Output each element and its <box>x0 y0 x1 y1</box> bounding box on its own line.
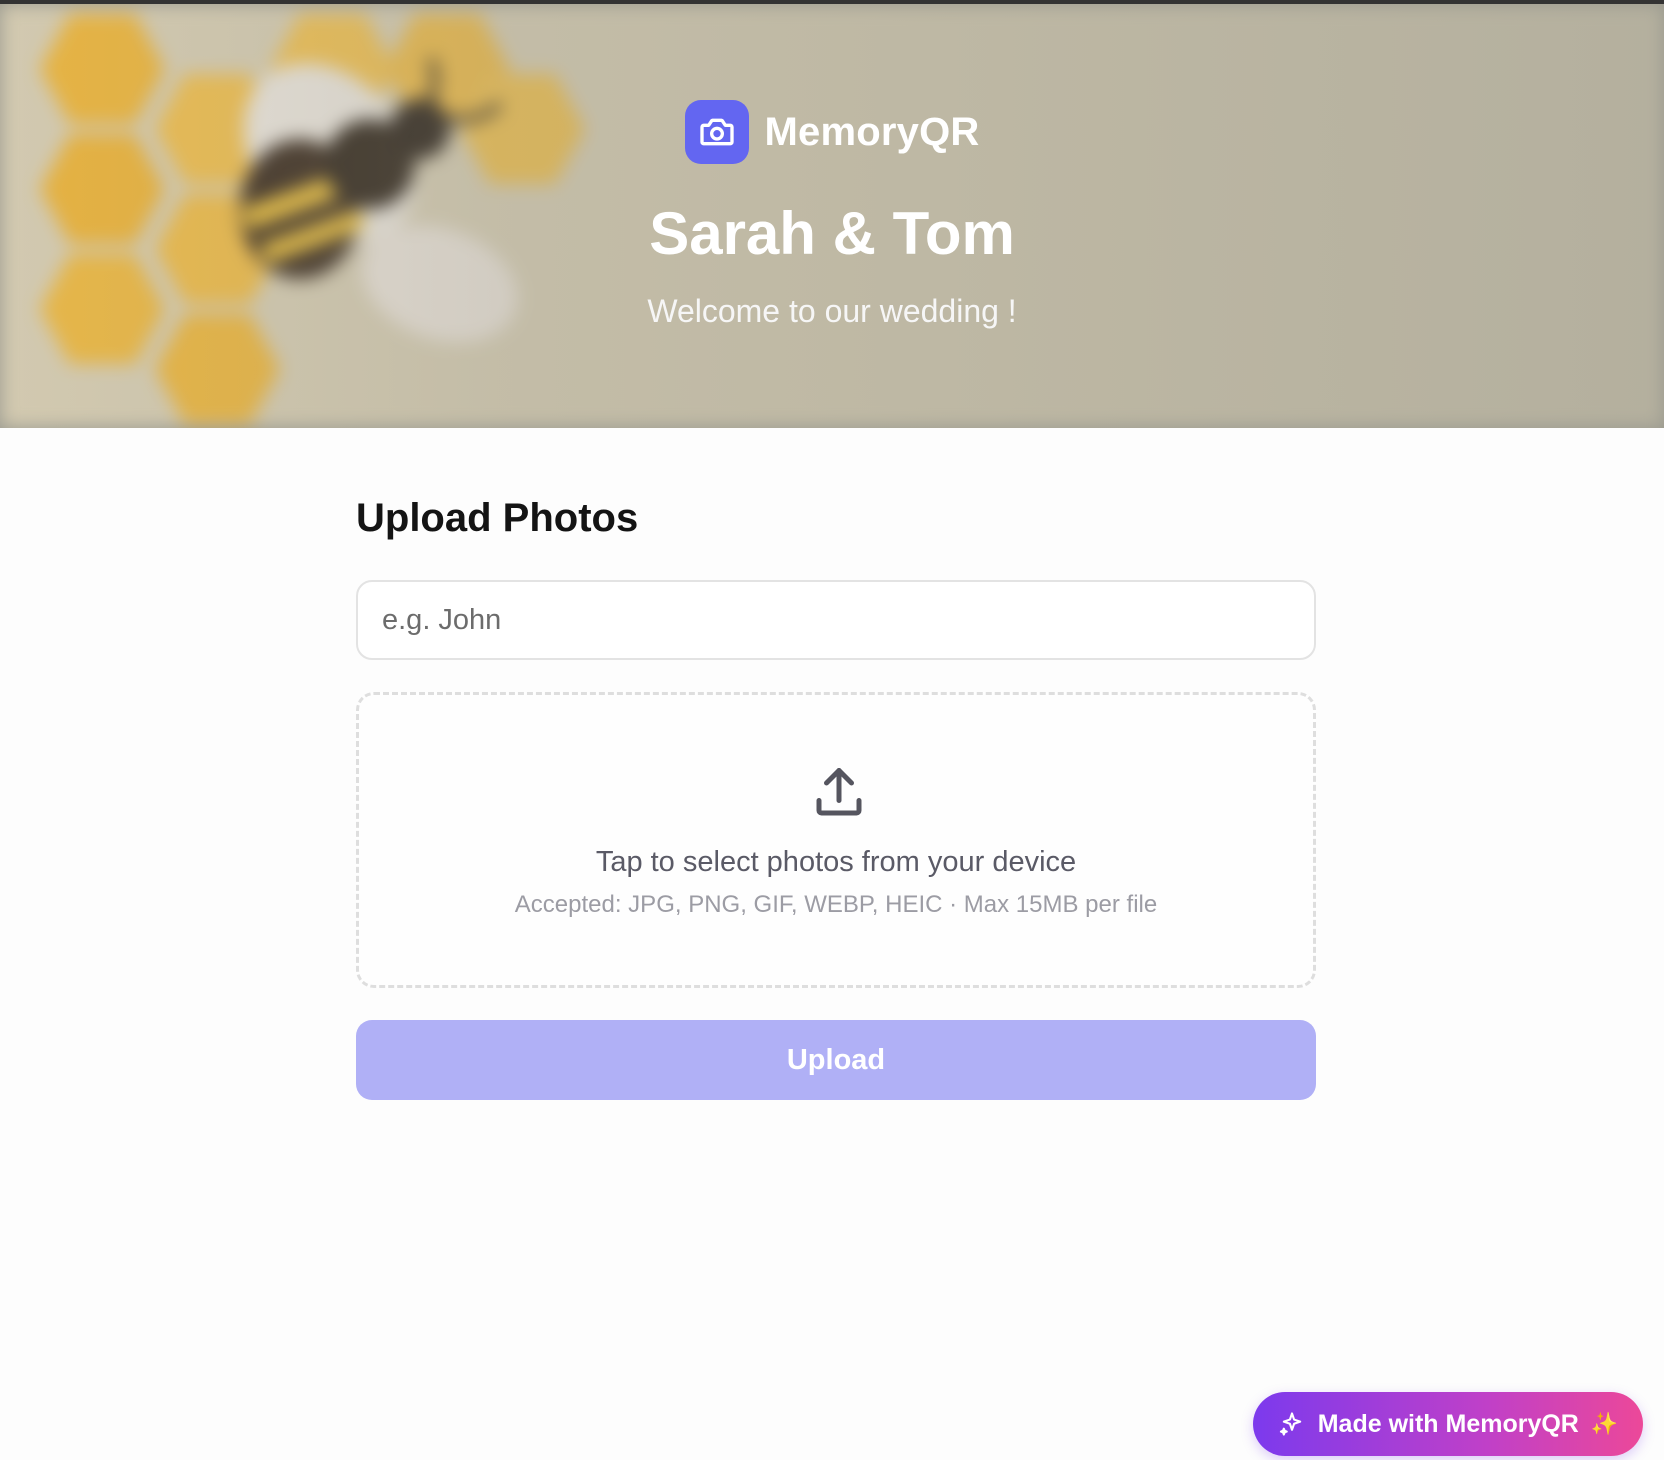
guest-name-input[interactable] <box>356 580 1316 660</box>
camera-icon <box>699 118 734 146</box>
sparkles-icon <box>1279 1412 1301 1436</box>
upload-form: Upload Photos Tap to select photos from … <box>356 490 1316 1100</box>
brand-logo <box>684 100 749 164</box>
upload-heading: Upload Photos <box>356 496 639 540</box>
made-with-label: Made with MemoryQR <box>1317 1409 1579 1438</box>
event-subtitle: Welcome to our wedding ! <box>647 293 1017 329</box>
photo-dropzone[interactable]: Tap to select photos from your device Ac… <box>356 692 1316 988</box>
sparkle-glyph: ✨ <box>1590 1411 1619 1436</box>
dropzone-hint: Accepted: JPG, PNG, GIF, WEBP, HEIC · Ma… <box>514 891 1158 918</box>
event-title: Sarah & Tom <box>649 200 1015 267</box>
upload-button[interactable]: Upload <box>356 1020 1316 1100</box>
brand: MemoryQR <box>0 100 1664 164</box>
upload-icon <box>816 768 862 816</box>
made-with-badge[interactable]: Made with MemoryQR ✨ <box>1253 1392 1643 1456</box>
event-header: MemoryQR Sarah & Tom Welcome to our wedd… <box>0 4 1664 428</box>
dropzone-prompt: Tap to select photos from your device <box>595 846 1077 878</box>
brand-name: MemoryQR <box>764 109 980 154</box>
